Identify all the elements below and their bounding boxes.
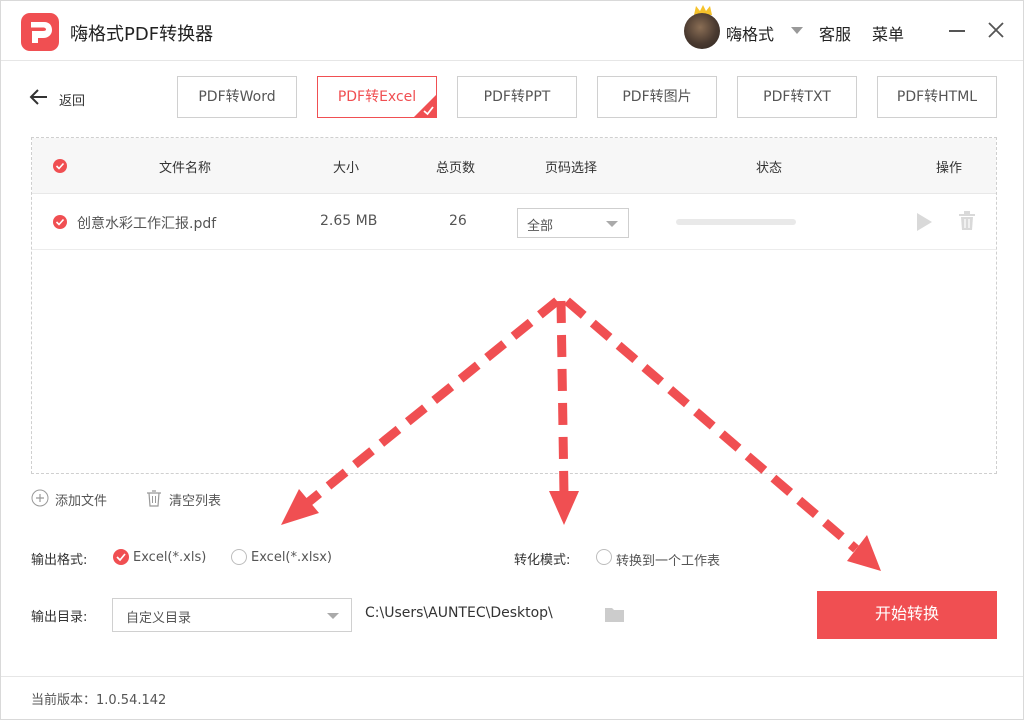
user-avatar[interactable] <box>684 13 720 49</box>
arrow-left-icon <box>29 89 47 105</box>
app-logo-icon <box>21 13 59 51</box>
plus-circle-icon <box>31 489 49 507</box>
header-status: 状态 <box>756 161 783 176</box>
output-dir-select[interactable]: 自定义目录 <box>112 598 352 632</box>
user-name[interactable]: 嗨格式 <box>726 21 774 45</box>
output-dir-select-value: 自定义目录 <box>126 611 192 626</box>
output-dir-label: 输出目录: <box>31 610 88 625</box>
back-label: 返回 <box>59 94 86 109</box>
add-file-label: 添加文件 <box>55 494 108 509</box>
page-range-select[interactable]: 全部 <box>517 208 629 238</box>
tab-pdf-to-html[interactable]: PDF转HTML <box>877 76 997 118</box>
row-checkbox[interactable] <box>53 215 67 229</box>
table-row: 创意水彩工作汇报.pdf 2.65 MB 26 全部 <box>32 194 996 250</box>
check-icon <box>116 553 126 562</box>
clear-list-button[interactable]: 清空列表 <box>145 488 235 509</box>
start-convert-button[interactable]: 开始转换 <box>817 591 997 639</box>
radio-xls-selected[interactable] <box>113 549 129 565</box>
row-file-name: 创意水彩工作汇报.pdf <box>77 216 217 232</box>
trash-outline-icon <box>147 490 161 507</box>
option-xls-label[interactable]: Excel(*.xls) <box>133 550 206 565</box>
customer-service-link[interactable]: 客服 <box>819 21 851 45</box>
tab-pdf-to-txt[interactable]: PDF转TXT <box>737 76 857 118</box>
check-icon <box>55 162 65 170</box>
header-size: 大小 <box>333 161 360 176</box>
selected-corner-check-icon <box>413 94 437 118</box>
arrowhead-left <box>281 489 319 525</box>
back-button[interactable]: 返回 <box>29 85 119 111</box>
row-page-count: 26 <box>449 213 467 229</box>
chevron-down-icon <box>606 221 618 227</box>
option-xlsx-label[interactable]: Excel(*.xlsx) <box>251 550 332 565</box>
check-icon <box>55 218 65 226</box>
output-format-label: 输出格式: <box>31 553 88 568</box>
row-file-size: 2.65 MB <box>320 213 378 229</box>
title-bar: 嗨格式PDF转换器 嗨格式 客服 菜单 <box>1 1 1023 61</box>
tab-pdf-to-image[interactable]: PDF转图片 <box>597 76 717 118</box>
trash-icon[interactable] <box>958 211 976 231</box>
arrowhead-right <box>847 535 881 571</box>
version-text: 当前版本：1.0.54.142 <box>31 693 167 708</box>
app-window: 嗨格式PDF转换器 嗨格式 客服 菜单 返回 PDF转Word PDF转Exce… <box>0 0 1024 720</box>
tab-pdf-to-word[interactable]: PDF转Word <box>177 76 297 118</box>
select-all-checkbox[interactable] <box>53 159 67 173</box>
minimize-icon[interactable] <box>949 30 965 32</box>
radio-xlsx[interactable] <box>231 549 247 565</box>
tab-pdf-to-excel[interactable]: PDF转Excel <box>317 76 437 118</box>
clear-list-label: 清空列表 <box>169 494 222 509</box>
close-icon[interactable] <box>987 21 1005 39</box>
conversion-progress-bar <box>676 219 796 225</box>
file-list-area[interactable]: 文件名称 大小 总页数 页码选择 状态 操作 创意水彩工作汇报.pdf 2.65… <box>31 137 997 474</box>
output-dir-path: C:\Users\AUNTEC\Desktop\ <box>365 605 553 621</box>
tab-pdf-to-excel-label: PDF转Excel <box>337 89 417 105</box>
table-header: 文件名称 大小 总页数 页码选择 状态 操作 <box>32 138 996 194</box>
menu-link[interactable]: 菜单 <box>872 21 904 45</box>
tab-pdf-to-ppt[interactable]: PDF转PPT <box>457 76 577 118</box>
single-sheet-label[interactable]: 转换到一个工作表 <box>616 550 720 569</box>
header-page-select: 页码选择 <box>545 161 598 176</box>
header-file-name: 文件名称 <box>159 161 212 176</box>
radio-single-sheet[interactable] <box>596 549 612 565</box>
arrowhead-down <box>549 491 579 525</box>
chevron-down-icon <box>327 613 339 619</box>
page-range-value: 全部 <box>527 219 554 234</box>
user-dropdown-caret-icon[interactable] <box>791 27 803 34</box>
folder-icon[interactable] <box>605 606 624 622</box>
add-file-button[interactable]: 添加文件 <box>31 488 121 509</box>
footer-bar: 当前版本：1.0.54.142 <box>1 676 1023 719</box>
header-action: 操作 <box>936 161 963 176</box>
play-icon[interactable] <box>914 211 934 233</box>
app-title: 嗨格式PDF转换器 <box>70 24 214 45</box>
convert-mode-label: 转化模式: <box>514 553 571 568</box>
header-pages: 总页数 <box>436 161 476 176</box>
